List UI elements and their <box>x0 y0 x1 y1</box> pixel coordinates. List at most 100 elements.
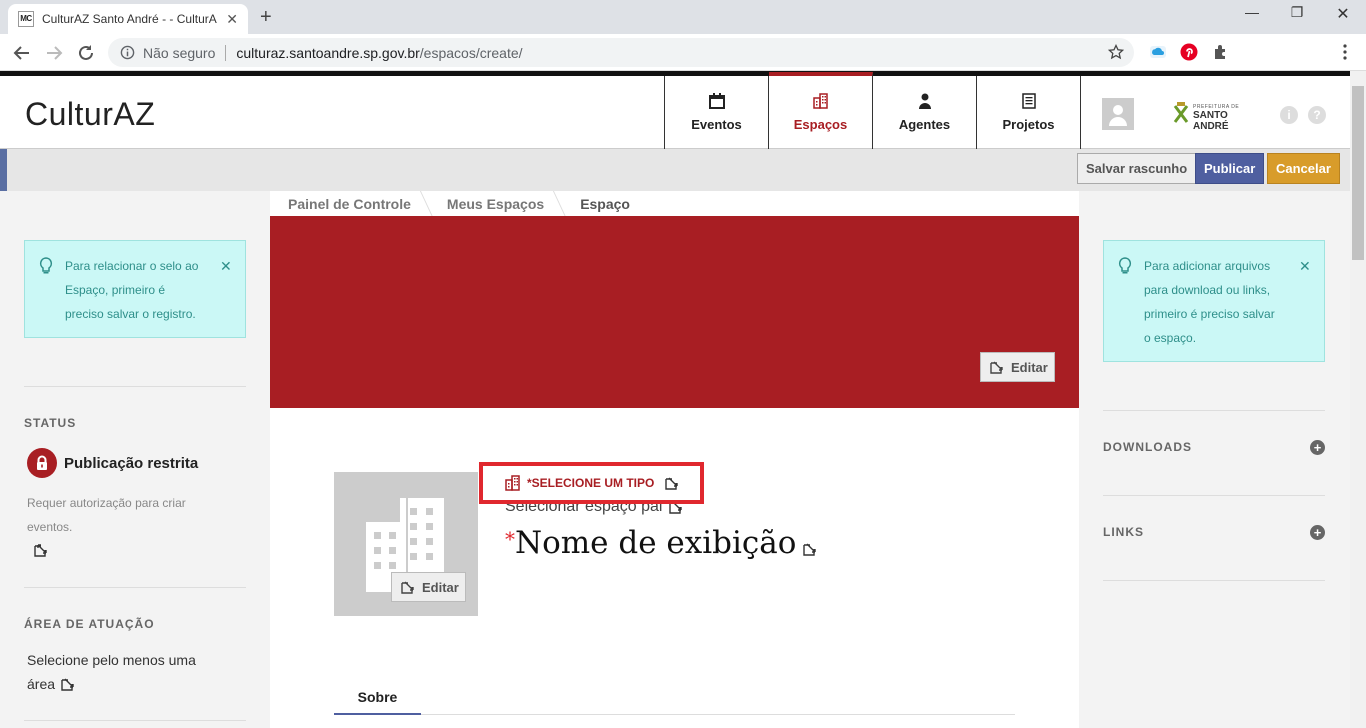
address-bar[interactable]: Não seguro culturaz.santoandre.sp.gov.br… <box>108 38 1134 67</box>
browser-tabstrip: MC CulturAZ Santo André - - CulturAZ ✕ +… <box>0 0 1366 34</box>
area-selector[interactable]: Selecione pelo menos uma área <box>27 648 196 696</box>
lightbulb-icon <box>1118 257 1132 275</box>
files-alert-line: primeiro é preciso salvar <box>1144 307 1275 321</box>
divider <box>24 587 246 588</box>
breadcrumb: Painel de Controle Meus Espaços Espaço <box>270 191 648 216</box>
save-draft-button[interactable]: Salvar rascunho <box>1077 153 1197 184</box>
nav-label-projetos: Projetos <box>1002 117 1055 132</box>
site-favicon: MC <box>18 11 34 27</box>
add-download-icon[interactable]: + <box>1310 440 1325 455</box>
nav-item-projetos[interactable]: Projetos <box>977 76 1081 149</box>
close-window-button[interactable]: ✕ <box>1328 4 1358 28</box>
nav-label-eventos: Eventos <box>691 117 742 132</box>
divider <box>24 386 246 387</box>
close-alert-icon[interactable]: ✕ <box>1299 254 1311 278</box>
new-tab-button[interactable]: + <box>260 6 272 29</box>
site-header: CulturAZ Eventos Espaços Agentes Projeto… <box>0 71 1350 149</box>
url-path: /espacos/create/ <box>419 44 523 61</box>
status-text: Publicação restrita <box>64 454 199 472</box>
main-nav: Eventos Espaços Agentes Projetos <box>664 72 1081 149</box>
edit-avatar-label: Editar <box>422 579 459 595</box>
status-note-line: Requer autorização para criar <box>27 496 186 510</box>
bookmark-star-icon[interactable] <box>1108 44 1124 60</box>
edit-icon <box>400 579 416 595</box>
tab-sobre[interactable]: Sobre <box>334 683 421 715</box>
info-icon[interactable] <box>120 45 135 60</box>
publish-button[interactable]: Publicar <box>1195 153 1265 184</box>
edit-icon <box>989 359 1005 375</box>
cover-image <box>270 216 1079 408</box>
calendar-icon <box>708 93 726 109</box>
security-label: Não seguro <box>143 44 216 61</box>
area-selector-line: área <box>27 676 56 692</box>
edit-name-icon[interactable] <box>802 541 818 557</box>
edit-avatar-button[interactable]: Editar <box>391 572 466 602</box>
tab-close-icon[interactable]: ✕ <box>226 11 238 28</box>
breadcrumb-meus-espacos[interactable]: Meus Espaços <box>429 196 562 212</box>
edit-action-bar: Salvar rascunho Publicar Cancelar <box>0 149 1350 191</box>
add-link-icon[interactable]: + <box>1310 525 1325 540</box>
divider <box>1103 410 1325 411</box>
display-name-placeholder: Nome de exibição <box>515 525 797 561</box>
prefeitura-logo[interactable]: PREFEITURA DE SANTO ANDRÉ <box>1173 102 1263 132</box>
scrollbar-thumb[interactable] <box>1352 86 1364 260</box>
links-label: LINKS <box>1103 525 1144 539</box>
divider <box>1103 495 1325 496</box>
select-type-label: *SELECIONE UM TIPO <box>527 476 655 490</box>
nav-label-agentes: Agentes <box>898 117 951 132</box>
url-host: culturaz.santoandre.sp.gov.br <box>236 44 420 61</box>
address-separator <box>225 44 227 61</box>
breadcrumb-espaco: Espaço <box>562 196 648 212</box>
browser-tab[interactable]: MC CulturAZ Santo André - - CulturAZ ✕ <box>8 4 248 34</box>
tab-title: CulturAZ Santo André - - CulturAZ <box>42 12 217 26</box>
files-alert: Para adicionar arquivos para download ou… <box>1103 240 1325 362</box>
files-alert-line: o espaço. <box>1144 331 1197 345</box>
person-icon <box>918 93 932 109</box>
downloads-label: DOWNLOADS <box>1103 440 1192 454</box>
display-name-field[interactable]: * Nome de exibição <box>505 525 818 561</box>
reload-button[interactable] <box>75 42 97 64</box>
help-circle-icon[interactable]: ? <box>1308 106 1326 124</box>
seal-alert-line: preciso salvar o registro. <box>65 307 196 321</box>
back-button[interactable] <box>11 42 33 64</box>
select-type-field[interactable]: *SELECIONE UM TIPO <box>479 462 704 504</box>
close-alert-icon[interactable]: ✕ <box>220 254 232 278</box>
cloud-extension-icon[interactable] <box>1149 43 1167 61</box>
site-logo[interactable]: CulturAZ <box>25 96 155 133</box>
edit-area-icon[interactable] <box>60 676 76 692</box>
cancel-button[interactable]: Cancelar <box>1267 153 1340 184</box>
browser-menu-icon[interactable] <box>1336 43 1354 61</box>
breadcrumb-painel[interactable]: Painel de Controle <box>270 196 429 212</box>
seal-alert: Para relacionar o selo ao Espaço, primei… <box>24 240 246 338</box>
edit-cover-button[interactable]: Editar <box>980 352 1055 382</box>
seal-alert-line: Espaço, primeiro é <box>65 283 166 297</box>
browser-toolbar: Não seguro culturaz.santoandre.sp.gov.br… <box>0 34 1366 71</box>
status-value[interactable]: Publicação restrita <box>27 448 198 478</box>
status-note-line: eventos. <box>27 520 73 534</box>
nav-item-eventos[interactable]: Eventos <box>665 76 769 149</box>
divider <box>1103 580 1325 581</box>
user-avatar[interactable] <box>1102 98 1134 130</box>
edit-status-icon[interactable] <box>33 542 49 558</box>
area-selector-line: Selecione pelo menos uma <box>27 652 196 668</box>
area-label: ÁREA DE ATUAÇÃO <box>24 617 155 631</box>
info-circle-icon[interactable]: i <box>1280 106 1298 124</box>
seal-alert-line: Para relacionar o selo ao <box>65 259 199 273</box>
nav-item-agentes[interactable]: Agentes <box>873 76 977 149</box>
prefeitura-name: SANTO ANDRÉ <box>1193 110 1229 132</box>
status-note: Requer autorização para criar eventos. <box>27 491 186 539</box>
pinterest-extension-icon[interactable] <box>1180 43 1198 61</box>
maximize-button[interactable]: ❐ <box>1282 4 1312 28</box>
extensions-puzzle-icon[interactable] <box>1212 43 1230 61</box>
nav-item-espacos[interactable]: Espaços <box>769 72 873 149</box>
building-icon <box>505 475 521 491</box>
minimize-button[interactable]: — <box>1237 4 1267 28</box>
divider <box>24 720 246 721</box>
edit-type-icon[interactable] <box>664 475 680 491</box>
building-icon <box>812 93 829 109</box>
nav-label-espacos: Espaços <box>793 117 848 132</box>
document-icon <box>1021 93 1036 109</box>
files-alert-line: Para adicionar arquivos <box>1144 259 1271 273</box>
edit-cover-label: Editar <box>1011 359 1048 375</box>
forward-button[interactable] <box>43 42 65 64</box>
